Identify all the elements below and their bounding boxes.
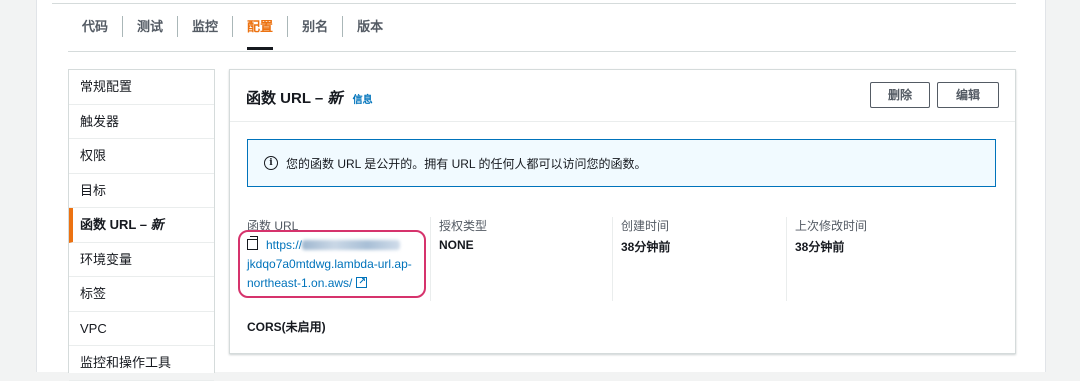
sidebar-item-permissions[interactable]: 权限 <box>69 139 214 174</box>
tab-bar: 代码 测试 监控 配置 别名 版本 <box>68 16 397 52</box>
tab-aliases[interactable]: 别名 <box>287 16 342 37</box>
sidebar-item-general[interactable]: 常规配置 <box>69 70 214 105</box>
column-divider <box>786 217 787 301</box>
divider <box>52 3 1016 4</box>
redacted-text <box>302 240 401 250</box>
auth-type-column: 授权类型 NONE <box>439 217 487 252</box>
tab-test[interactable]: 测试 <box>122 16 177 37</box>
modified-value: 38分钟前 <box>795 240 845 254</box>
tab-configuration[interactable]: 配置 <box>232 16 287 50</box>
external-link-icon <box>356 272 368 291</box>
info-link[interactable]: 信息 <box>353 95 373 106</box>
tab-versions[interactable]: 版本 <box>342 16 397 37</box>
modified-label: 上次修改时间 <box>795 219 868 233</box>
tabs-divider <box>68 51 1016 52</box>
delete-button[interactable]: 删除 <box>870 82 930 108</box>
config-sidebar: 常规配置 触发器 权限 目标 函数 URL – 新 环境变量 标签 VPC 监控… <box>68 69 215 381</box>
sidebar-item-triggers[interactable]: 触发器 <box>69 105 214 139</box>
sidebar-item-tags[interactable]: 标签 <box>69 277 214 312</box>
created-value: 38分钟前 <box>621 240 671 254</box>
tab-code[interactable]: 代码 <box>68 16 122 37</box>
function-url-card: 函数 URL – 新 信息 删除 编辑 i 您的函数 URL 是公开的。拥有 U… <box>229 69 1016 354</box>
created-column: 创建时间 38分钟前 <box>621 217 670 255</box>
column-divider <box>430 217 431 301</box>
column-divider <box>612 217 613 301</box>
tab-monitor[interactable]: 监控 <box>177 16 232 37</box>
sidebar-item-monitoring-tools[interactable]: 监控和操作工具 <box>69 346 214 381</box>
modified-column: 上次修改时间 38分钟前 <box>795 217 867 255</box>
card-title: 函数 URL – 新 信息 <box>246 90 373 107</box>
auth-type-value: NONE <box>439 238 474 252</box>
copy-icon[interactable] <box>247 236 258 250</box>
edit-button[interactable]: 编辑 <box>937 82 999 108</box>
sidebar-item-vpc[interactable]: VPC <box>69 312 214 346</box>
info-icon: i <box>264 156 278 170</box>
auth-type-label: 授权类型 <box>439 219 488 233</box>
cors-status: CORS(未启用) <box>247 320 326 334</box>
function-url-link[interactable]: https:// jkdqo7a0mtdwg.lambda-url.ap- no… <box>247 236 427 293</box>
public-url-alert: i 您的函数 URL 是公开的。拥有 URL 的任何人都可以访问您的函数。 <box>247 139 996 187</box>
alert-text: 您的函数 URL 是公开的。拥有 URL 的任何人都可以访问您的函数。 <box>286 156 647 171</box>
sidebar-item-label: 函数 URL – 新 <box>80 217 164 232</box>
sidebar-item-function-url[interactable]: 函数 URL – 新 <box>69 208 214 243</box>
sidebar-item-destinations[interactable]: 目标 <box>69 174 214 208</box>
sidebar-item-environment-variables[interactable]: 环境变量 <box>69 243 214 277</box>
card-header: 函数 URL – 新 信息 删除 编辑 <box>230 70 1015 122</box>
created-label: 创建时间 <box>621 219 670 233</box>
